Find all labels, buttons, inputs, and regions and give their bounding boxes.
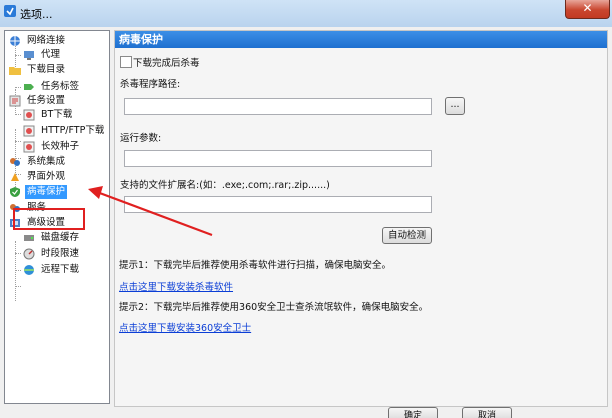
settings-tree: 网络连接 代理 下载目录 任务标签 任务设置 BT下载 HTTP/FTP下载 长… (4, 30, 110, 404)
tree-item-label: 病毒保护 (25, 185, 68, 199)
tree-line (15, 253, 21, 254)
virus-protection-panel: 病毒保护 下载完成后杀毒 杀毒程序路径: ... 运行参数: 支持的文件扩展名:… (114, 30, 608, 407)
dialog-client: 网络连接 代理 下载目录 任务标签 任务设置 BT下载 HTTP/FTP下载 长… (0, 27, 612, 418)
download-antivirus-link[interactable]: 点击这里下载安装杀毒软件 (119, 279, 233, 293)
tree-item-label: BT下载 (41, 109, 73, 120)
auto-detect-button[interactable]: 自动检测 (382, 227, 432, 244)
highlight-box (13, 208, 85, 230)
panel-title: 病毒保护 (115, 31, 607, 48)
tip-1: 提示1：下载完毕后推荐使用杀毒软件进行扫描，确保电脑安全。 (119, 260, 392, 271)
run-params-input[interactable] (124, 150, 432, 167)
tree-line (15, 141, 21, 142)
app-icon (4, 5, 16, 17)
extensions-input[interactable] (124, 196, 432, 213)
appearance-icon (11, 173, 19, 181)
tree-line (15, 270, 21, 271)
close-icon: ✕ (582, 1, 593, 15)
browse-button[interactable]: ... (445, 97, 465, 115)
tree-item-label: HTTP/FTP下载 (41, 125, 105, 136)
tree-item-label: 时段限速 (41, 248, 80, 259)
task-settings-icon (9, 95, 21, 107)
title-bar: 选项... ✕ (0, 0, 612, 28)
download-360-link[interactable]: 点击这里下载安装360安全卫士 (119, 320, 251, 334)
tree-line (15, 286, 21, 287)
tree-line (15, 87, 21, 88)
proxy-icon (24, 51, 34, 60)
tree-item-label: 代理 (41, 49, 61, 60)
seed-icon (23, 141, 35, 153)
extensions-label: 支持的文件扩展名:(如：.exe;.com;.rar;.zip......) (120, 180, 330, 191)
tree-line (15, 114, 21, 115)
tree-item-label: 远程下载 (41, 264, 80, 275)
window-title: 选项... (20, 8, 53, 21)
tree-item-label: 长效种子 (41, 141, 80, 152)
tree-item-label: 磁盘缓存 (41, 232, 80, 243)
run-params-label: 运行参数: (120, 133, 162, 144)
integration-icon (10, 158, 20, 166)
tag-icon (24, 84, 34, 90)
remote-icon (24, 265, 34, 275)
scan-after-download-label: 下载完成后杀毒 (133, 58, 200, 69)
tip-2: 提示2：下载完毕后推荐使用360安全卫士查杀流氓软件，确保电脑安全。 (119, 302, 429, 313)
http-icon (23, 125, 35, 137)
disk-icon (24, 235, 34, 241)
tree-item-label: 任务设置 (27, 95, 66, 106)
speed-icon (23, 248, 35, 260)
tree-line (15, 55, 21, 56)
tree-item-label: 界面外观 (27, 171, 66, 182)
tree-item-label: 系统集成 (27, 156, 66, 167)
tree-line (15, 241, 16, 301)
tree-item-label: 网络连接 (27, 35, 66, 46)
antivirus-path-label: 杀毒程序路径: (120, 79, 181, 90)
shield-icon (10, 187, 20, 197)
bt-icon (23, 109, 35, 121)
tree-item-label: 下载目录 (27, 64, 66, 75)
folder-icon (9, 67, 21, 75)
antivirus-path-input[interactable] (124, 98, 432, 115)
scan-after-download-checkbox[interactable] (120, 56, 132, 68)
tree-item-label: 任务标签 (41, 81, 80, 92)
network-icon (10, 36, 20, 46)
close-button[interactable]: ✕ (565, 0, 610, 19)
